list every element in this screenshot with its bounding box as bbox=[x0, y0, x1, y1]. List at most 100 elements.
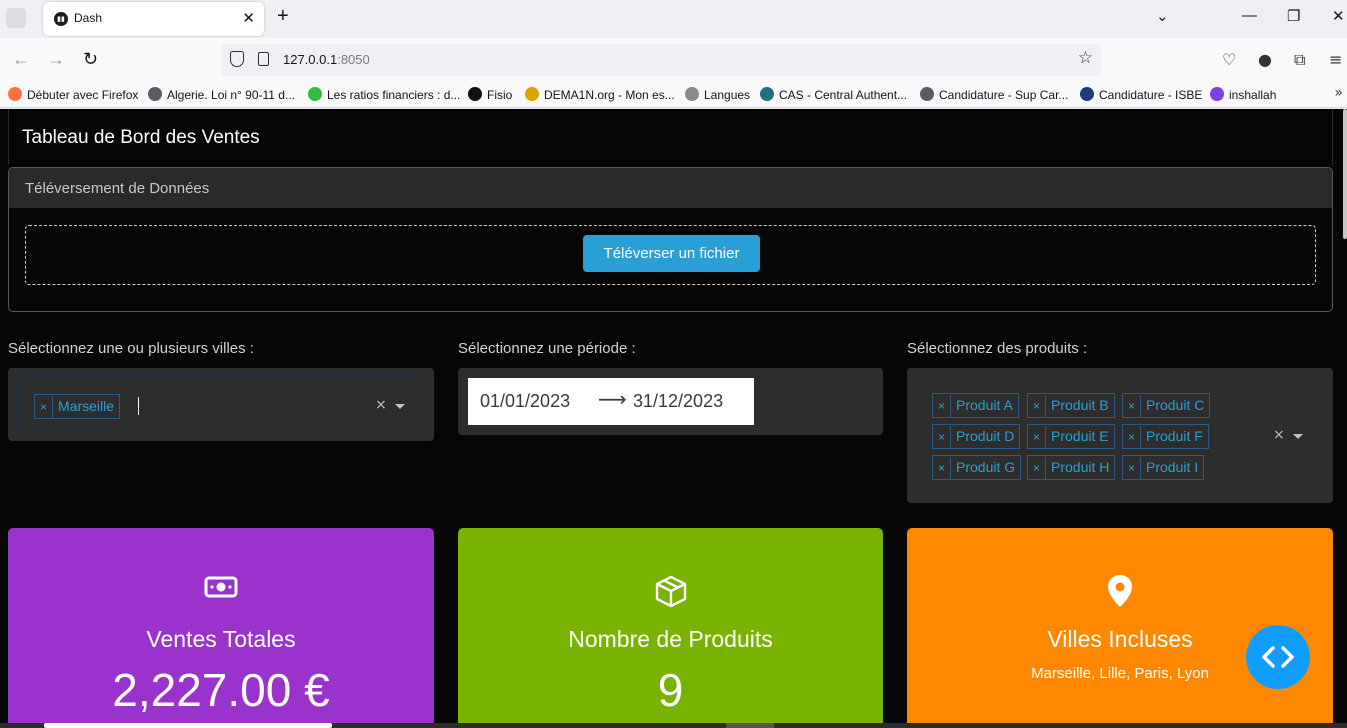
bookmark-item[interactable]: Algerie. Loi n° 90-11 d... bbox=[148, 87, 295, 102]
product-chip: × Produit I bbox=[1122, 455, 1205, 480]
text-cursor bbox=[138, 397, 139, 415]
dashboard-page: Tableau de Bord des Ventes Téléversement… bbox=[0, 109, 1347, 728]
product-chip: × Produit G bbox=[932, 455, 1022, 480]
bookmark-label: inshallah bbox=[1229, 88, 1277, 102]
products-filter: × Produit A × Produit B × Produit C × Produi… bbox=[907, 368, 1333, 503]
clear-selection-icon[interactable]: × bbox=[1273, 427, 1285, 443]
tab-overflow-chevron-icon[interactable]: ⌄ bbox=[1156, 7, 1169, 25]
bookmark-label: Débuter avec Firefox bbox=[27, 88, 139, 102]
bookmark-item[interactable]: Fisio bbox=[468, 87, 512, 102]
tab-list-button[interactable] bbox=[6, 8, 26, 28]
langues-icon bbox=[685, 87, 699, 101]
end-date-input[interactable]: 31/12/2023 bbox=[633, 391, 723, 412]
bookmark-label: Fisio bbox=[487, 88, 513, 102]
bookmark-item[interactable]: Candidature - Sup Car... bbox=[920, 87, 1068, 102]
tab-dash[interactable]: ▮▮ Dash ✕ bbox=[43, 2, 264, 36]
chip-label: Marseille bbox=[58, 398, 115, 414]
chip-label: Produit G bbox=[956, 459, 1016, 475]
upload-file-button[interactable]: Téléverser un fichier bbox=[583, 235, 760, 272]
close-window-icon[interactable]: ✕ bbox=[1332, 7, 1345, 25]
bookmark-item[interactable]: Les ratios financiers : d... bbox=[308, 87, 460, 102]
products-select[interactable]: × Produit A × Produit B × Produit C × Produi… bbox=[907, 368, 1333, 503]
minimize-icon[interactable]: — bbox=[1242, 7, 1257, 24]
chip-label: Produit I bbox=[1146, 459, 1199, 475]
url-bar[interactable]: 127.0.0.1:8050 ☆ bbox=[221, 44, 1101, 76]
menu-icon[interactable]: ≡ bbox=[1329, 50, 1342, 69]
account-icon[interactable]: ● bbox=[1258, 50, 1272, 69]
city-chip: × Marseille bbox=[34, 394, 121, 419]
dash-debug-button[interactable] bbox=[1246, 625, 1310, 689]
bookmark-item[interactable]: Candidature - ISBE bbox=[1080, 87, 1202, 102]
chip-remove-icon[interactable]: × bbox=[1123, 457, 1141, 480]
money-icon bbox=[8, 574, 434, 608]
bookmark-label: Algerie. Loi n° 90-11 d... bbox=[167, 88, 295, 102]
header: Tableau de Bord des Ventes bbox=[8, 109, 1333, 165]
chip-remove-icon[interactable]: × bbox=[35, 396, 53, 419]
cities-filter: × Marseille × bbox=[8, 368, 434, 441]
product-chip: × Produit H bbox=[1027, 455, 1116, 480]
chip-remove-icon[interactable]: × bbox=[933, 395, 951, 418]
navigation-bar: ← → ↻ 127.0.0.1:8050 ☆ ♡ ● ⧉ ≡ bbox=[0, 38, 1347, 82]
clear-selection-icon[interactable]: × bbox=[375, 397, 387, 413]
page-info-icon[interactable] bbox=[258, 52, 269, 66]
tab-close-icon[interactable]: ✕ bbox=[242, 9, 255, 27]
bookmark-item[interactable]: Langues bbox=[685, 87, 750, 102]
bookmark-item[interactable]: Débuter avec Firefox bbox=[8, 87, 138, 102]
chip-label: Produit B bbox=[1051, 397, 1109, 413]
forward-arrow-icon[interactable]: → bbox=[47, 49, 65, 70]
horizontal-scrollbar[interactable] bbox=[0, 723, 1347, 728]
scrollbar-mark bbox=[726, 723, 774, 728]
bookmarks-bar: Débuter avec Firefox Algerie. Loi n° 90-… bbox=[0, 82, 1347, 108]
bookmark-item[interactable]: CAS - Central Authent... bbox=[760, 87, 907, 102]
chip-label: Produit H bbox=[1051, 459, 1110, 475]
bookmark-label: DEMA1N.org - Mon es... bbox=[544, 88, 675, 102]
url-text[interactable]: 127.0.0.1:8050 bbox=[283, 52, 370, 67]
bookmarks-overflow-icon[interactable]: » bbox=[1334, 85, 1343, 101]
fisio-icon bbox=[468, 87, 482, 101]
date-range-picker[interactable]: 01/01/2023 ⟶ 31/12/2023 bbox=[468, 378, 754, 425]
page-title: Tableau de Bord des Ventes bbox=[22, 127, 260, 148]
product-chip: × Produit A bbox=[932, 393, 1019, 418]
chip-label: Produit E bbox=[1051, 428, 1109, 444]
kpi-value: 9 bbox=[657, 664, 684, 716]
scrollbar-thumb[interactable] bbox=[44, 723, 332, 728]
dropdown-arrow-icon[interactable] bbox=[395, 404, 405, 409]
isbe-icon bbox=[1080, 87, 1094, 101]
product-chip: × Produit B bbox=[1027, 393, 1115, 418]
bookmark-item[interactable]: inshallah bbox=[1210, 87, 1276, 102]
chip-remove-icon[interactable]: × bbox=[933, 426, 951, 449]
bookmark-label: CAS - Central Authent... bbox=[779, 88, 908, 102]
bookmark-star-icon[interactable]: ☆ bbox=[1078, 48, 1093, 68]
upload-card: Téléversement de Données Téléverser un f… bbox=[8, 167, 1333, 312]
restore-icon[interactable]: ❐ bbox=[1287, 7, 1300, 25]
pocket-icon[interactable]: ♡ bbox=[1222, 50, 1236, 69]
start-date-input[interactable]: 01/01/2023 bbox=[480, 391, 570, 412]
back-arrow-icon[interactable]: ← bbox=[12, 49, 30, 70]
kpi-product-count: Nombre de Produits 9 bbox=[458, 528, 883, 728]
file-drop-zone[interactable]: Téléverser un fichier bbox=[25, 225, 1316, 285]
demain-icon bbox=[525, 87, 539, 101]
period-filter: 01/01/2023 ⟶ 31/12/2023 bbox=[458, 368, 883, 435]
chip-label: Produit F bbox=[1146, 428, 1203, 444]
chip-remove-icon[interactable]: × bbox=[1028, 426, 1046, 449]
chip-remove-icon[interactable]: × bbox=[1123, 395, 1141, 418]
cas-icon bbox=[760, 87, 774, 101]
product-chip: × Produit E bbox=[1027, 424, 1115, 449]
reload-icon[interactable]: ↻ bbox=[83, 49, 98, 70]
ratios-icon bbox=[308, 87, 322, 101]
shield-icon[interactable] bbox=[230, 51, 244, 67]
kpi-title: Nombre de Produits bbox=[568, 626, 773, 652]
chip-remove-icon[interactable]: × bbox=[1028, 395, 1046, 418]
bookmark-label: Candidature - ISBE bbox=[1099, 88, 1203, 102]
chip-remove-icon[interactable]: × bbox=[1028, 457, 1046, 480]
new-tab-button[interactable]: + bbox=[277, 5, 289, 28]
chip-remove-icon[interactable]: × bbox=[933, 457, 951, 480]
product-chip: × Produit C bbox=[1122, 393, 1211, 418]
cities-select[interactable]: × Marseille × bbox=[18, 376, 424, 432]
vertical-scrollbar[interactable] bbox=[1343, 109, 1347, 239]
dropdown-arrow-icon[interactable] bbox=[1293, 434, 1303, 439]
chip-remove-icon[interactable]: × bbox=[1123, 426, 1141, 449]
extensions-icon[interactable]: ⧉ bbox=[1294, 50, 1305, 70]
bookmark-item[interactable]: DEMA1N.org - Mon es... bbox=[525, 87, 675, 102]
code-brackets-icon bbox=[1262, 646, 1294, 668]
